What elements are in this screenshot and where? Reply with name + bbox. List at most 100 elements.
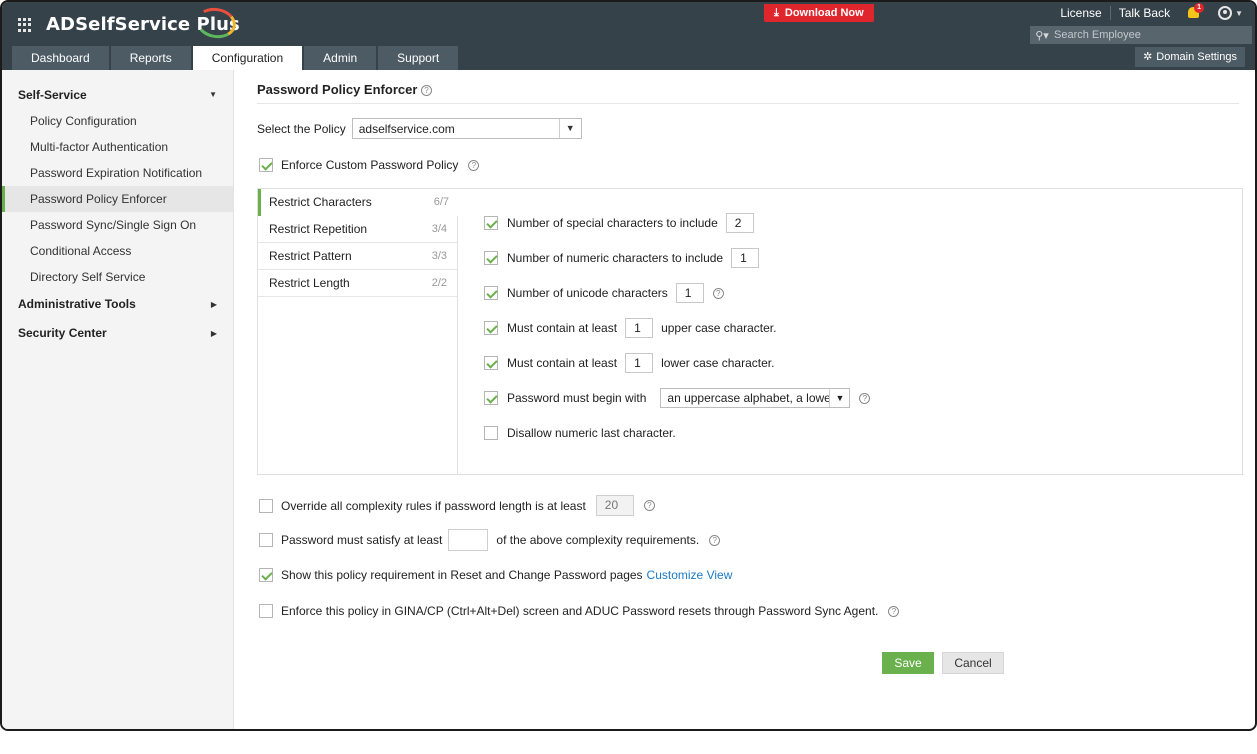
upper-case-suffix: upper case character. [661, 321, 777, 335]
enforce-custom-policy-checkbox[interactable] [259, 158, 273, 172]
unicode-chars-checkbox[interactable] [484, 286, 498, 300]
help-icon[interactable]: ? [859, 392, 871, 404]
help-icon[interactable]: ? [643, 500, 655, 511]
help-icon[interactable]: ? [888, 605, 900, 617]
sidebar-section-label: Security Center [18, 326, 107, 340]
show-policy-row: Show this policy requirement in Reset an… [259, 568, 732, 582]
top-links: License Talk Back 1 ▼ [1052, 2, 1243, 24]
chevron-down-icon[interactable]: ▼ [1235, 9, 1243, 18]
help-icon[interactable]: ? [709, 534, 721, 546]
lower-case-input[interactable]: 1 [625, 353, 654, 373]
tab-count: 3/4 [431, 223, 447, 235]
sidebar-item-mfa[interactable]: Multi-factor Authentication [2, 134, 233, 160]
gina-enforce-checkbox[interactable] [259, 604, 273, 618]
apps-grid-icon[interactable] [18, 18, 32, 32]
talk-back-link[interactable]: Talk Back [1111, 6, 1178, 20]
special-chars-label: Number of special characters to include [507, 216, 718, 230]
select-policy-label: Select the Policy [257, 121, 346, 136]
begin-with-label: Password must begin with [507, 391, 647, 405]
caret-down-icon: ▼ [209, 90, 217, 99]
chevron-down-icon[interactable]: ▼ [829, 389, 849, 407]
numeric-chars-checkbox[interactable] [484, 251, 498, 265]
sidebar-item-policy-configuration[interactable]: Policy Configuration [2, 108, 233, 134]
tab-restrict-length[interactable]: Restrict Length 2/2 [258, 270, 457, 297]
numeric-chars-label: Number of numeric characters to include [507, 251, 724, 265]
sidebar-item-password-policy-enforcer[interactable]: Password Policy Enforcer [2, 186, 233, 212]
tab-restrict-repetition[interactable]: Restrict Repetition 3/4 [258, 216, 457, 243]
tab-configuration[interactable]: Configuration [192, 46, 303, 70]
tab-admin[interactable]: Admin [304, 46, 377, 70]
sidebar-section-security-center[interactable]: Security Center ▶ [2, 319, 233, 348]
help-icon[interactable]: ? [421, 85, 433, 97]
cancel-button[interactable]: Cancel [942, 652, 1004, 674]
tab-label: Restrict Characters [269, 195, 372, 209]
tab-restrict-pattern[interactable]: Restrict Pattern 3/3 [258, 243, 457, 270]
override-length-input[interactable]: 20 [595, 495, 634, 516]
tab-reports[interactable]: Reports [110, 46, 191, 70]
chevron-down-icon[interactable]: ▼ [558, 119, 581, 138]
sidebar-item-conditional-access[interactable]: Conditional Access [2, 238, 233, 264]
customize-view-link[interactable]: Customize View [647, 568, 733, 582]
domain-settings-button[interactable]: ✲ Domain Settings [1135, 47, 1245, 67]
restrict-characters-options: Number of special characters to include … [484, 213, 871, 458]
logo-swoosh-accent [193, 4, 239, 42]
upper-case-input[interactable]: 1 [625, 318, 654, 338]
sidebar-item-password-expiration[interactable]: Password Expiration Notification [2, 160, 233, 186]
select-policy-row: Select the Policy adselfservice.com ▼ [257, 118, 582, 139]
sidebar-item-password-sync[interactable]: Password Sync/Single Sign On [2, 212, 233, 238]
help-icon[interactable]: ? [712, 287, 724, 299]
download-now-button[interactable]: ⤓ Download Now [764, 4, 874, 22]
override-complexity-checkbox[interactable] [259, 498, 273, 513]
download-label: Download Now [784, 7, 864, 19]
search-icon[interactable]: ⚲▾ [1030, 29, 1054, 42]
user-icon[interactable] [1218, 6, 1233, 20]
gear-icon: ✲ [1143, 51, 1153, 63]
sidebar-section-label: Self-Service [18, 88, 87, 102]
lower-case-option: Must contain at least 1 lower case chara… [484, 353, 870, 373]
sidebar-section-label: Administrative Tools [18, 297, 136, 311]
lower-case-suffix: lower case character. [661, 356, 775, 370]
disallow-numeric-last-label: Disallow numeric last character. [507, 426, 676, 440]
main-content: Password Policy Enforcer ? Select the Po… [235, 70, 1255, 729]
disallow-numeric-last-option: Disallow numeric last character. [484, 423, 870, 443]
disallow-numeric-last-checkbox[interactable] [484, 426, 498, 440]
help-icon[interactable]: ? [468, 159, 480, 171]
bell-icon[interactable]: 1 [1186, 3, 1205, 21]
satisfy-at-least-suffix: of the above complexity requirements. [496, 533, 700, 547]
begin-with-select[interactable]: an uppercase alphabet, a lowe ▼ [660, 388, 851, 408]
page-title: Password Policy Enforcer ? [257, 82, 433, 97]
lower-case-checkbox[interactable] [484, 356, 498, 370]
special-chars-checkbox[interactable] [484, 216, 498, 230]
enforce-custom-policy-label: Enforce Custom Password Policy [281, 158, 459, 172]
license-link[interactable]: License [1052, 6, 1111, 20]
search-employee-input[interactable] [1054, 29, 1244, 41]
save-button[interactable]: Save [882, 652, 934, 674]
app-window: ADSelfService Plus ⤓ Download Now License… [0, 0, 1257, 731]
tab-count: 3/3 [431, 250, 447, 262]
show-policy-checkbox[interactable] [259, 568, 273, 582]
tab-support[interactable]: Support [378, 46, 459, 70]
sidebar-item-directory-self-service[interactable]: Directory Self Service [2, 264, 233, 290]
sidebar-section-self-service[interactable]: Self-Service ▼ [2, 82, 233, 108]
upper-case-option: Must contain at least 1 upper case chara… [484, 318, 870, 338]
tab-dashboard[interactable]: Dashboard [12, 46, 109, 70]
satisfy-at-least-input[interactable] [448, 529, 489, 551]
unicode-chars-input[interactable]: 1 [675, 283, 704, 303]
show-policy-label: Show this policy requirement in Reset an… [281, 568, 643, 582]
policy-select[interactable]: adselfservice.com ▼ [351, 118, 582, 139]
app-logo[interactable]: ADSelfService Plus [46, 4, 240, 42]
caret-right-icon: ▶ [210, 329, 217, 338]
satisfy-at-least-checkbox[interactable] [259, 533, 273, 547]
special-chars-input[interactable]: 2 [725, 213, 754, 233]
begin-with-checkbox[interactable] [484, 391, 498, 405]
search-employee-box: ⚲▾ [1030, 26, 1252, 44]
main-tabs: Dashboard Reports Configuration Admin Su… [12, 46, 460, 70]
caret-right-icon: ▶ [210, 300, 217, 309]
unicode-chars-label: Number of unicode characters [507, 286, 668, 300]
tab-restrict-characters[interactable]: Restrict Characters 6/7 [258, 189, 459, 216]
download-icon: ⤓ [774, 7, 779, 19]
upper-case-checkbox[interactable] [484, 321, 498, 335]
sidebar-section-admin-tools[interactable]: Administrative Tools ▶ [2, 290, 233, 319]
tab-count: 2/2 [431, 277, 447, 289]
numeric-chars-input[interactable]: 1 [731, 248, 760, 268]
